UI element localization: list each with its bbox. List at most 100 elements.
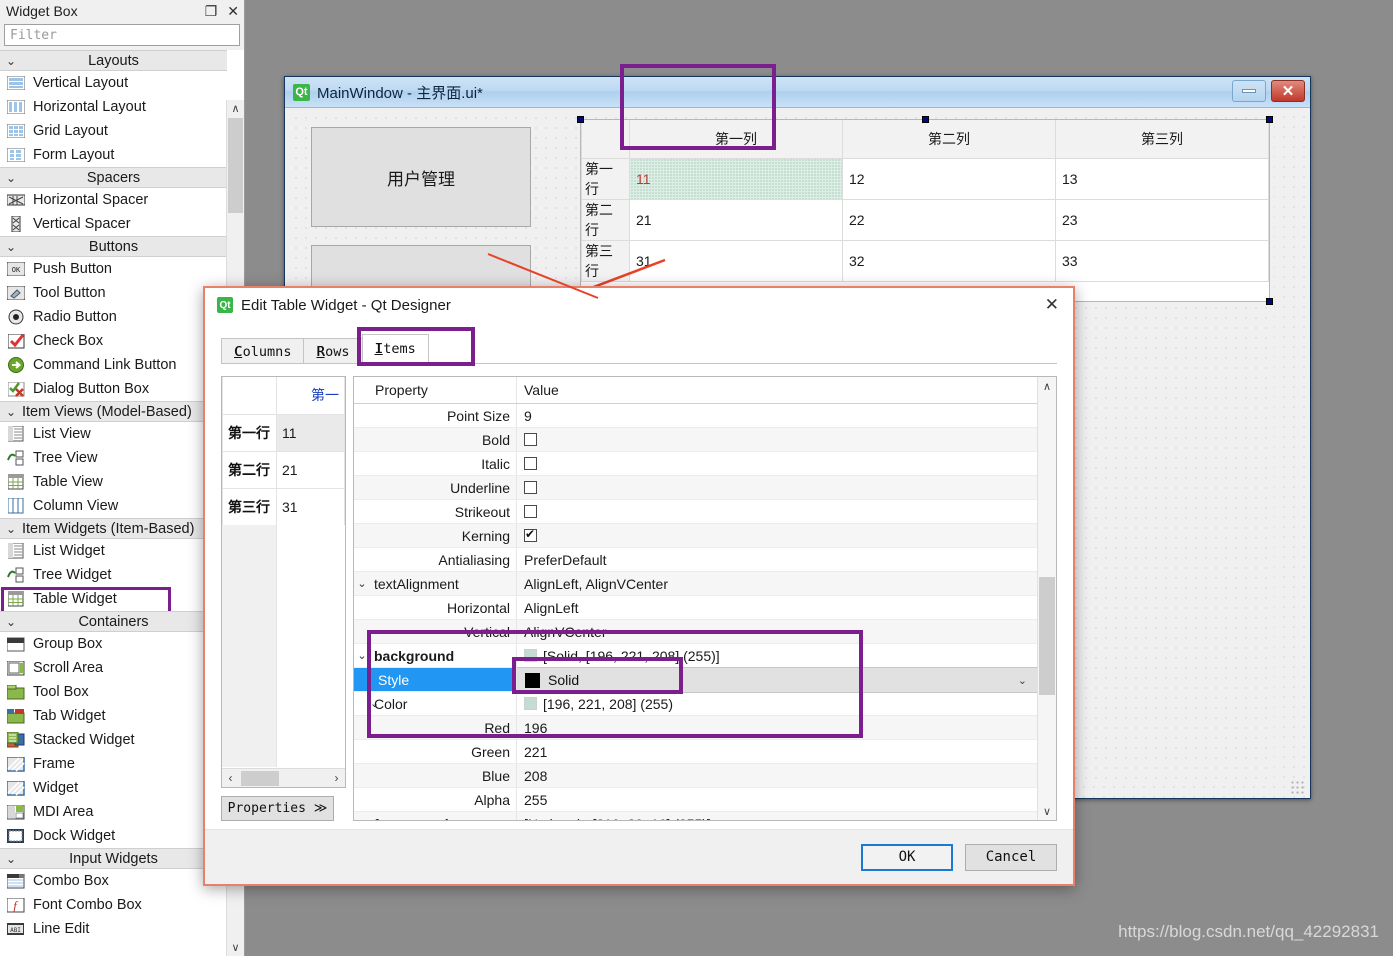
bold-checkbox[interactable] xyxy=(524,433,537,446)
minimize-button[interactable] xyxy=(1232,80,1266,102)
mini-row-header-2[interactable]: 第二行 xyxy=(222,450,277,489)
kerning-checkbox[interactable] xyxy=(524,527,537,542)
chevron-down-icon[interactable]: ⌄ xyxy=(354,817,370,820)
widget-item-horizontal-layout[interactable]: Horizontal Layout xyxy=(0,95,227,119)
property-row-underline[interactable]: Underline xyxy=(354,476,1037,500)
widget-item-horizontal-spacer[interactable]: Horizontal Spacer xyxy=(0,188,227,212)
tab-rows[interactable]: R Rows xyxy=(303,338,363,364)
widget-item-table-widget[interactable]: Table Widget xyxy=(0,587,227,617)
widget-item-table-view[interactable]: Table View xyxy=(0,470,227,494)
table-cell-r1c2[interactable]: 12 xyxy=(842,157,1056,200)
widget-item-line-edit[interactable]: ABI Line Edit xyxy=(0,917,227,941)
close-icon[interactable]: ✕ xyxy=(227,2,239,20)
cancel-button[interactable]: Cancel xyxy=(965,843,1057,871)
strikeout-checkbox[interactable] xyxy=(524,505,537,518)
widget-item-tool-box[interactable]: Tool Box xyxy=(0,680,227,704)
scrollbar-thumb[interactable] xyxy=(1039,577,1055,695)
property-value[interactable]: [No brush, [219, 20, 16] (255)] xyxy=(517,812,1037,821)
table-cell-r3c2[interactable]: 32 xyxy=(842,239,1056,282)
widget-item-dock-widget[interactable]: Dock Widget xyxy=(0,824,227,848)
user-management-button[interactable]: 用户管理 xyxy=(311,127,531,227)
table-cell-r2c3[interactable]: 23 xyxy=(1055,198,1269,241)
property-row-horizontal[interactable]: Horizontal AlignLeft xyxy=(354,596,1037,620)
property-row-blue[interactable]: Blue 208 xyxy=(354,764,1037,788)
chevron-down-icon[interactable]: ⌄ xyxy=(354,649,370,662)
widget-item-vertical-spacer[interactable]: Vertical Spacer xyxy=(0,212,227,236)
items-mini-table[interactable]: 第一 第一行 11 第二行 21 第三行 31 ‹ › xyxy=(221,376,346,788)
property-row-red[interactable]: Red 196 xyxy=(354,716,1037,740)
mini-column-header[interactable]: 第一 xyxy=(276,377,345,415)
widget-item-scroll-area[interactable]: Scroll Area xyxy=(0,656,227,680)
widget-category-buttons[interactable]: ⌄ Buttons xyxy=(0,236,227,257)
widget-item-font-combo-box[interactable]: f Font Combo Box xyxy=(0,893,227,917)
property-row-vertical[interactable]: Vertical AlignVCenter xyxy=(354,620,1037,644)
ok-button[interactable]: OK xyxy=(861,843,953,871)
property-value[interactable]: 255 xyxy=(517,788,1037,811)
resize-handle-tr[interactable] xyxy=(1266,116,1273,123)
resize-handle-tl[interactable] xyxy=(577,116,584,123)
table-cell-r1c3[interactable]: 13 xyxy=(1055,157,1269,200)
widget-item-stacked-widget[interactable]: Stacked Widget xyxy=(0,728,227,752)
chevron-down-icon[interactable]: ⌄ xyxy=(1018,674,1027,687)
mini-row-header-1[interactable]: 第一行 xyxy=(222,413,277,452)
widget-item-radio-button[interactable]: Radio Button xyxy=(0,305,227,329)
italic-checkbox[interactable] xyxy=(524,457,537,470)
property-row-bold[interactable]: Bold xyxy=(354,428,1037,452)
row-header-1[interactable]: 第一行 xyxy=(581,157,630,200)
tab-columns[interactable]: C Columns xyxy=(221,338,305,364)
property-row-italic[interactable]: Italic xyxy=(354,452,1037,476)
widget-item-list-view[interactable]: List View xyxy=(0,422,227,446)
table-cell-r3c3[interactable]: 33 xyxy=(1055,239,1269,282)
widget-category-layouts[interactable]: ⌄ Layouts xyxy=(0,50,227,71)
table-cell-r2c1[interactable]: 21 xyxy=(629,198,843,241)
scroll-up-icon[interactable]: ∧ xyxy=(1038,377,1056,395)
widget-item-group-box[interactable]: Group Box xyxy=(0,632,227,656)
scrollbar-thumb[interactable] xyxy=(228,118,243,213)
property-value[interactable]: 221 xyxy=(517,740,1037,763)
property-value[interactable]: 9 xyxy=(517,404,1037,427)
widget-category-item-views-model-based[interactable]: ⌄ Item Views (Model-Based) xyxy=(0,401,227,422)
widget-item-widget[interactable]: Widget xyxy=(0,776,227,800)
tab-items[interactable]: I Items xyxy=(361,334,429,364)
property-row-green[interactable]: Green 221 xyxy=(354,740,1037,764)
widget-item-dialog-button-box[interactable]: Dialog Button Box xyxy=(0,377,227,401)
property-value[interactable]: AlignLeft, AlignVCenter xyxy=(517,572,1037,595)
close-button[interactable]: ✕ xyxy=(1271,80,1305,102)
table-cell-r3c1[interactable]: 31 xyxy=(629,239,843,282)
property-value[interactable]: 196 xyxy=(517,716,1037,739)
property-value[interactable]: AlignLeft xyxy=(517,596,1037,619)
chevron-left-icon[interactable]: ‹ xyxy=(222,771,239,785)
widget-item-form-layout[interactable]: Form Layout xyxy=(0,143,227,167)
mini-cell-1[interactable]: 11 xyxy=(276,413,345,452)
widget-item-frame[interactable]: Frame xyxy=(0,752,227,776)
close-icon[interactable]: ✕ xyxy=(1045,295,1059,315)
row-header-2[interactable]: 第二行 xyxy=(581,198,630,241)
resize-handle-tc[interactable] xyxy=(922,116,929,123)
widget-item-tree-view[interactable]: Tree View xyxy=(0,446,227,470)
property-value[interactable]: 208 xyxy=(517,764,1037,787)
chevron-down-icon[interactable]: ⌄ xyxy=(354,577,370,590)
property-row-foreground[interactable]: ⌄foreground [No brush, [219, 20, 16] (25… xyxy=(354,812,1037,820)
scroll-down-icon[interactable]: ∨ xyxy=(227,939,244,956)
property-row-color[interactable]: ⌄ Color [196, 221, 208] (255) xyxy=(354,692,1037,716)
underline-checkbox[interactable] xyxy=(524,481,537,494)
widget-item-tree-widget[interactable]: Tree Widget xyxy=(0,563,227,587)
property-value[interactable]: PreferDefault xyxy=(517,548,1037,571)
property-row-strikeout[interactable]: Strikeout xyxy=(354,500,1037,524)
mini-cell-2[interactable]: 21 xyxy=(276,450,345,489)
restore-icon[interactable]: ❐ xyxy=(205,2,218,20)
property-value[interactable]: AlignVCenter xyxy=(517,620,1037,643)
widget-category-containers[interactable]: ⌄ Containers xyxy=(0,611,227,632)
property-row-kerning[interactable]: Kerning xyxy=(354,524,1037,548)
widget-item-tab-widget[interactable]: Tab Widget xyxy=(0,704,227,728)
widget-item-combo-box[interactable]: Combo Box xyxy=(0,869,227,893)
widget-item-grid-layout[interactable]: Grid Layout xyxy=(0,119,227,143)
property-scrollbar[interactable]: ∧ ∨ xyxy=(1037,377,1056,820)
property-row-antialiasing[interactable]: Antialiasing PreferDefault xyxy=(354,548,1037,572)
scroll-up-icon[interactable]: ∧ xyxy=(227,100,244,117)
widget-category-input-widgets[interactable]: ⌄ Input Widgets xyxy=(0,848,227,869)
properties-toggle-button[interactable]: Properties ≫ xyxy=(221,796,334,821)
chevron-right-icon[interactable]: › xyxy=(328,771,345,785)
size-grip-icon[interactable] xyxy=(1290,780,1304,794)
property-row-textalignment[interactable]: ⌄ textAlignment AlignLeft, AlignVCenter xyxy=(354,572,1037,596)
